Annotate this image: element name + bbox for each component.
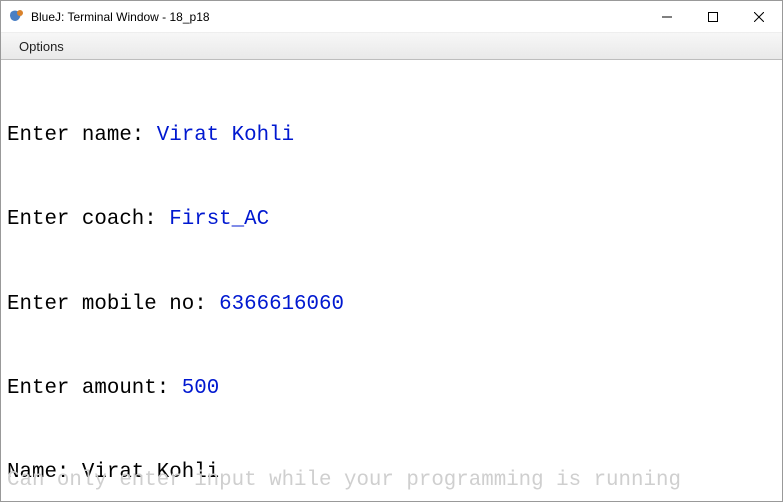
minimize-button[interactable] [644,1,690,33]
window-title: BlueJ: Terminal Window - 18_p18 [31,10,210,24]
user-input-text: 6366616060 [219,293,344,316]
terminal-line: Enter amount: 500 [7,375,776,403]
user-input-text: Virat Kohli [157,124,294,147]
window-controls [644,1,782,32]
prompt-text: Enter amount: [7,377,182,400]
menu-options[interactable]: Options [11,36,72,57]
titlebar: BlueJ: Terminal Window - 18_p18 [1,1,782,33]
status-hint: Can only enter input while your programm… [7,467,776,495]
user-input-text: 500 [182,377,219,400]
prompt-text: Enter mobile no: [7,293,219,316]
user-input-text: First_AC [169,208,269,231]
terminal-output[interactable]: Enter name: Virat Kohli Enter coach: Fir… [1,60,782,501]
terminal-line: Enter name: Virat Kohli [7,122,776,150]
terminal-line: Enter mobile no: 6366616060 [7,291,776,319]
prompt-text: Enter name: [7,124,157,147]
menubar: Options [1,33,782,60]
prompt-text: Enter coach: [7,208,169,231]
terminal-line: Enter coach: First_AC [7,206,776,234]
maximize-button[interactable] [690,1,736,33]
app-icon [9,9,25,25]
close-button[interactable] [736,1,782,33]
